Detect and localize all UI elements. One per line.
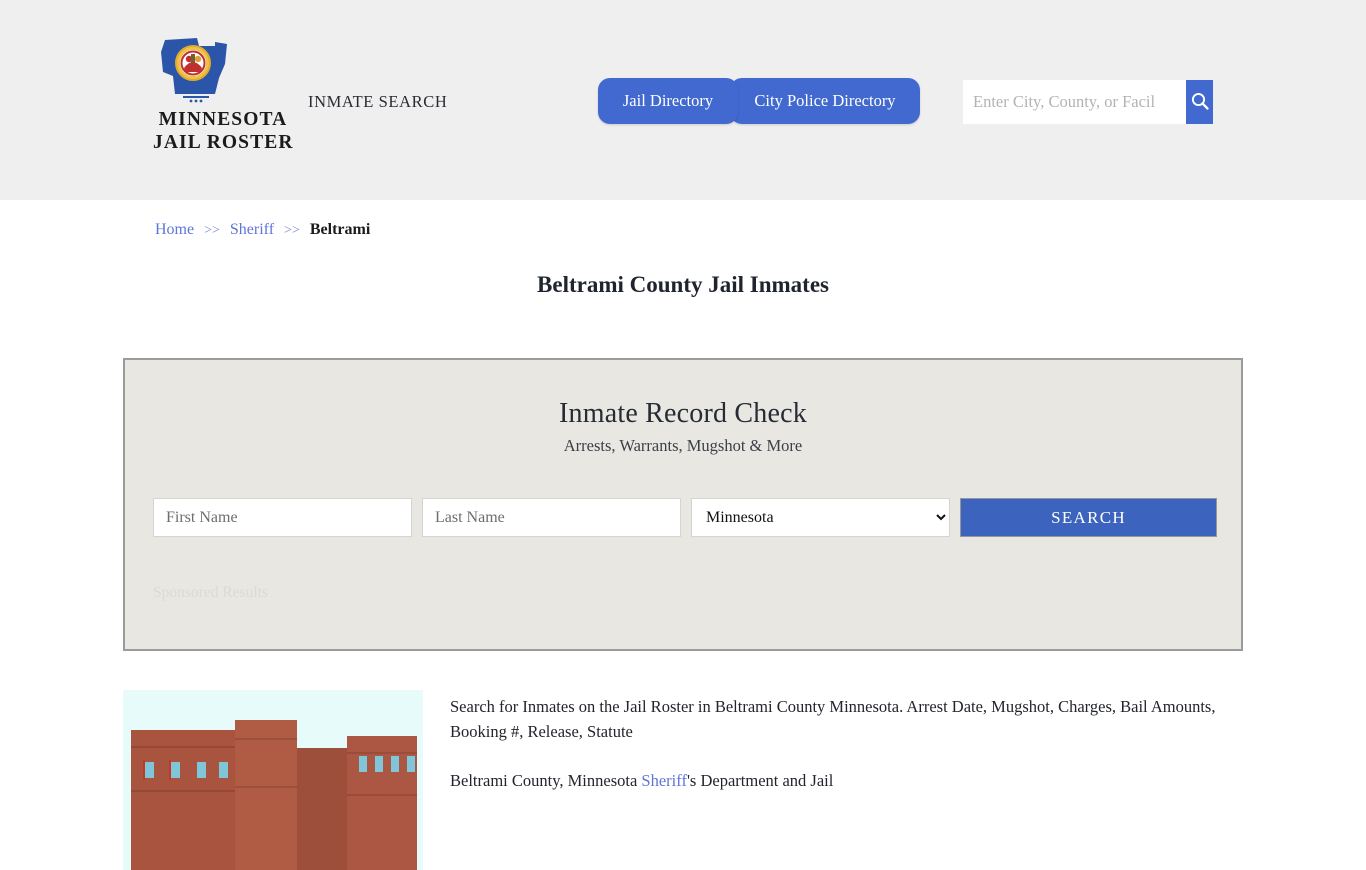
breadcrumb-separator: >>: [204, 223, 220, 238]
breadcrumb-item-sheriff[interactable]: Sheriff: [230, 221, 274, 238]
page-title: Beltrami County Jail Inmates: [537, 272, 829, 297]
nav-tab-city-police-directory[interactable]: City Police Directory: [730, 78, 920, 124]
site-header: MINNESOTA JAIL ROSTER INMATE SEARCH Jail…: [0, 0, 1366, 200]
header-inner: MINNESOTA JAIL ROSTER INMATE SEARCH Jail…: [123, 0, 1243, 200]
site-logo-link[interactable]: MINNESOTA JAIL ROSTER: [153, 32, 293, 154]
paragraph2-before: Beltrami County, Minnesota: [450, 771, 642, 790]
first-name-input[interactable]: [153, 498, 412, 537]
breadcrumb-separator: >>: [284, 223, 300, 238]
brand-name-line1: MINNESOTA: [158, 109, 288, 130]
inmate-record-check-panel: Inmate Record Check Arrests, Warrants, M…: [123, 358, 1243, 651]
breadcrumb-item-home[interactable]: Home: [155, 221, 194, 238]
breadcrumb-item-current: Beltrami: [309, 221, 371, 238]
header-search-button[interactable]: [1186, 80, 1213, 124]
jail-building-photo: [123, 690, 423, 870]
last-name-input[interactable]: [422, 498, 681, 537]
content-paragraph-1: Search for Inmates on the Jail Roster in…: [450, 697, 1216, 741]
record-check-subtitle: Arrests, Warrants, Mugshot & More: [563, 436, 803, 455]
sheriff-link[interactable]: Sheriff: [641, 771, 687, 790]
header-search-input[interactable]: [963, 80, 1186, 124]
state-select[interactable]: Minnesota: [691, 498, 950, 537]
breadcrumb: Home >> Sheriff >> Beltrami: [155, 221, 370, 239]
content-row: Search for Inmates on the Jail Roster in…: [123, 690, 1243, 870]
nav-tab-jail-directory[interactable]: Jail Directory: [598, 78, 738, 124]
content-text: Search for Inmates on the Jail Roster in…: [450, 690, 1243, 870]
record-check-title: Inmate Record Check: [559, 398, 807, 429]
minnesota-state-seal-icon: [153, 32, 293, 108]
sponsored-results-label: Sponsored Results: [153, 584, 268, 601]
content-section: Search for Inmates on the Jail Roster in…: [123, 690, 1243, 870]
content-paragraph-2: Beltrami County, Minnesota Sheriff's Dep…: [450, 768, 1243, 793]
search-icon: [1190, 91, 1210, 114]
record-check-search-button[interactable]: SEARCH: [960, 498, 1217, 537]
paragraph2-after: 's Department and Jail: [686, 771, 834, 790]
site-tagline: INMATE SEARCH: [308, 92, 448, 111]
record-check-form: Minnesota SEARCH: [153, 498, 1217, 537]
header-search: [963, 80, 1213, 124]
brand-name-line2: JAIL ROSTER: [153, 132, 294, 153]
